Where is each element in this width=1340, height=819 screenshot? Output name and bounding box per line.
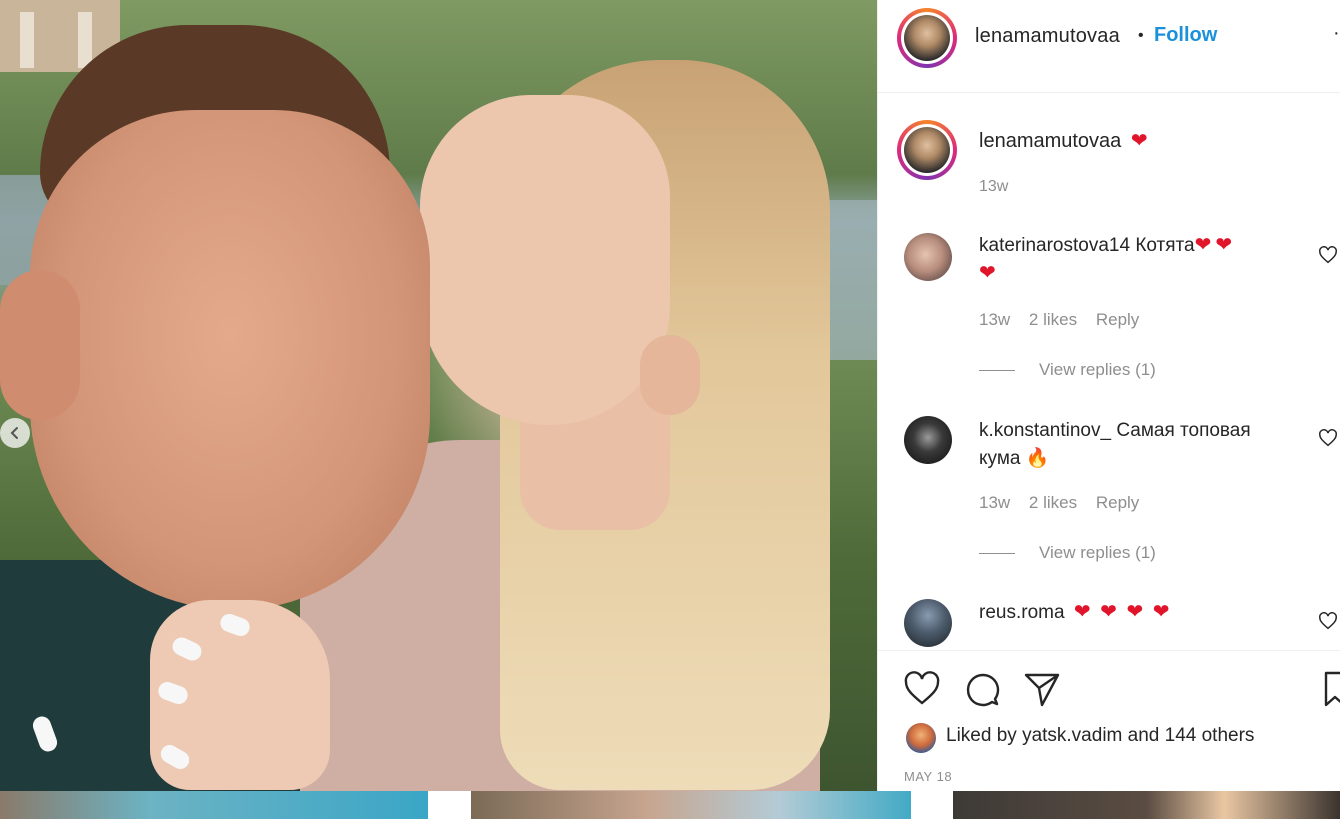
carousel-prev-button[interactable]	[0, 418, 30, 448]
paper-plane-icon[interactable]	[1022, 669, 1062, 709]
likes-middle: and	[1127, 725, 1160, 746]
building-column	[78, 12, 92, 68]
post-thumbnail[interactable]	[0, 791, 428, 819]
heart-emoji: ❤ ❤ ❤ ❤	[1073, 601, 1172, 623]
more-posts-strip	[0, 791, 1340, 819]
post-thumbnail[interactable]	[471, 791, 911, 819]
likes-prefix: Liked by	[946, 725, 1017, 746]
bookmark-icon[interactable]	[1322, 669, 1340, 709]
instagram-post-page: lenamamutovaa • Follow · lenamamutovaa ❤…	[0, 0, 1340, 819]
small-heart-icon[interactable]	[1318, 612, 1338, 630]
likes-others-link[interactable]: 144 others	[1165, 725, 1255, 746]
speech-bubble-icon[interactable]	[962, 669, 1002, 709]
commenter-avatar[interactable]	[904, 599, 952, 647]
post-thumbnail[interactable]	[953, 791, 1340, 819]
man-ear	[0, 270, 80, 420]
heart-outline-icon[interactable]	[902, 669, 942, 709]
post-date[interactable]: MAY 18	[904, 769, 952, 784]
building-column	[20, 12, 34, 68]
chevron-left-icon	[10, 427, 18, 439]
post-side-panel: lenamamutovaa • Follow · lenamamutovaa ❤…	[877, 0, 1340, 791]
comment-text: reus.roma ❤ ❤ ❤ ❤	[979, 599, 1309, 627]
man-face	[30, 110, 430, 610]
woman-face	[420, 95, 670, 425]
likes-summary: Liked by yatsk.vadim and 144 others	[946, 725, 1254, 747]
post-photo[interactable]	[0, 0, 877, 791]
liker-avatar[interactable]	[906, 723, 936, 753]
post-actions: Liked by yatsk.vadim and 144 others MAY …	[878, 650, 1340, 792]
liker-username[interactable]: yatsk.vadim	[1022, 725, 1122, 746]
comment: reus.roma ❤ ❤ ❤ ❤	[878, 0, 1340, 650]
commenter-username[interactable]: reus.roma	[979, 602, 1065, 623]
woman-ear	[640, 335, 700, 415]
